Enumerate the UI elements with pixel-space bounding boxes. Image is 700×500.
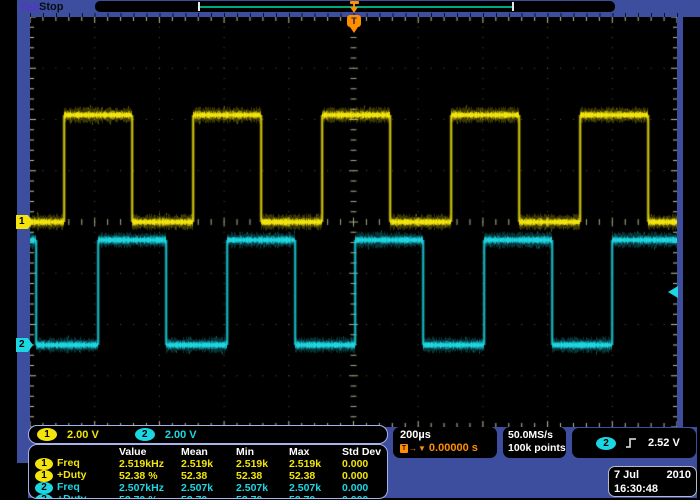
acquisition-status: Stop	[39, 1, 63, 13]
time-value: 16:30:48	[614, 482, 691, 496]
measurement-header-row: Value Mean Min Max Std Dev	[35, 447, 388, 458]
trigger-position-value: 0.00000 s	[429, 442, 478, 455]
date-day-month: 7 Jul	[614, 468, 639, 482]
record-window-bracket-right	[512, 2, 514, 11]
measurement-table: Value Mean Min Max Std Dev 1Freq 2.519kH…	[28, 444, 388, 499]
channel2-badge[interactable]: 2	[135, 428, 155, 441]
left-frame-bar	[17, 13, 30, 463]
oscilloscope-screen: Tek Stop T 1 2 1 2.00 V 2 2.00 V	[0, 0, 700, 500]
trigger-position-readout: T → ▼ 0.00000 s	[400, 442, 497, 455]
channel1-badge: 1	[35, 458, 53, 470]
measurement-row: 1Freq 2.519kHz2.519k 2.519k2.519k 0.000	[35, 458, 388, 470]
channel-scale-readout[interactable]: 1 2.00 V 2 2.00 V	[28, 425, 388, 444]
channel2-badge: 2	[35, 482, 53, 494]
col-value: Value	[119, 447, 181, 458]
triangle-down-icon: ▼	[418, 442, 426, 455]
channel1-badge: 1	[35, 470, 53, 482]
col-stddev: Std Dev	[342, 447, 388, 458]
measurement-row: 1+Duty 52.38 %52.38 52.3852.38 0.000	[35, 470, 388, 482]
channel2-scale[interactable]: 2.00 V	[165, 429, 197, 441]
record-length: 100k points	[508, 442, 566, 455]
arrow-right-icon: →	[409, 442, 417, 455]
measurement-row: 2Freq 2.507kHz2.507k 2.507k2.507k 0.000	[35, 482, 388, 494]
trigger-readout[interactable]: 2 2.52 V	[572, 428, 696, 458]
datetime-readout: 7 Jul 2010 16:30:48	[608, 466, 697, 497]
rising-slope-icon	[625, 436, 638, 450]
sample-rate: 50.0MS/s	[508, 429, 566, 442]
col-max: Max	[289, 447, 342, 458]
trigger-position-marker-icon[interactable]	[348, 0, 360, 13]
date-year: 2010	[667, 468, 691, 482]
acquisition-readout[interactable]: 50.0MS/s 100k points	[503, 427, 566, 458]
right-frame-bar	[677, 17, 683, 427]
timebase-readout[interactable]: 200µs T → ▼ 0.00000 s	[393, 427, 497, 458]
channel1-badge[interactable]: 1	[37, 428, 57, 441]
channel2-badge: 2	[35, 494, 53, 499]
col-min: Min	[236, 447, 289, 458]
tek-logo: Tek	[19, 0, 39, 14]
trigger-point-flag[interactable]: T	[347, 15, 361, 33]
trigger-source-badge: 2	[596, 437, 616, 450]
trigger-flag-icon: T	[400, 444, 408, 453]
waveform-display	[30, 17, 677, 427]
trigger-level-value: 2.52 V	[648, 437, 680, 449]
channel1-scale[interactable]: 2.00 V	[67, 429, 99, 441]
col-mean: Mean	[181, 447, 236, 458]
timebase-scale: 200µs	[400, 429, 497, 442]
measurement-row: 2+Duty 52.70 %52.70 52.7052.70 0.000	[35, 494, 388, 499]
